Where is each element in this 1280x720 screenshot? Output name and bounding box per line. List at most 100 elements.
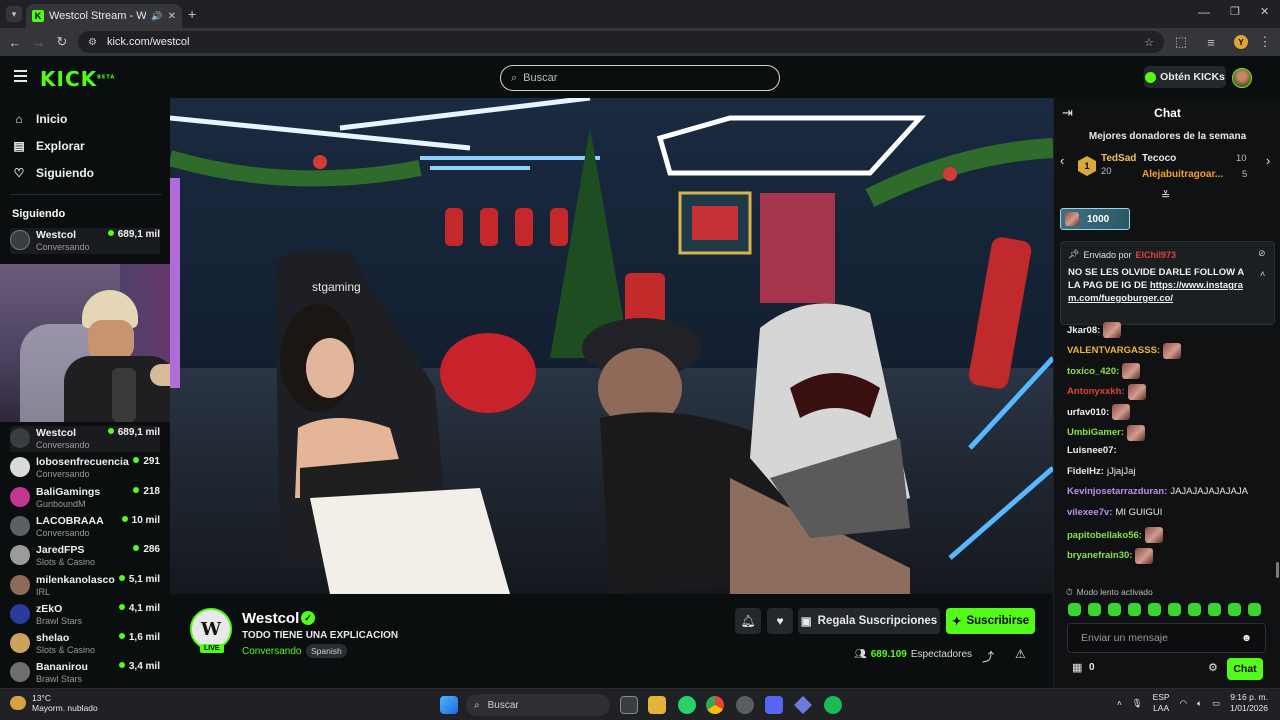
site-info-icon[interactable]: ⚙ — [88, 37, 97, 48]
chat-username[interactable]: FidelHz: — [1067, 466, 1104, 477]
back-icon[interactable]: ← — [6, 33, 24, 51]
donor-name[interactable]: Alejabuitragoar... — [1142, 169, 1234, 180]
gift-subs-button[interactable]: ▣ Regala Suscripciones — [798, 608, 940, 634]
battery-icon[interactable]: ▭ — [1212, 698, 1220, 709]
file-explorer-icon[interactable] — [648, 696, 666, 714]
sidebar-channel[interactable]: milenkanolasco IRL 5,1 mil — [10, 573, 160, 599]
browser-tab[interactable]: K Westcol Stream - Watch Live 🔊 ✕ — [26, 4, 182, 28]
chat-username[interactable]: UmbiGamer: — [1067, 427, 1124, 438]
browser-menu-icon[interactable]: ⋮ — [1256, 33, 1274, 51]
stream-category-link[interactable]: Conversando — [242, 646, 301, 657]
nav-siguiendo[interactable]: ♡ Siguiendo — [12, 166, 94, 180]
restore-icon[interactable]: ❐ — [1230, 5, 1240, 18]
sidebar-channel[interactable]: zEkO Brawl Stars 4,1 mil — [10, 602, 160, 628]
emote-icon[interactable] — [1168, 603, 1181, 616]
minimize-icon[interactable]: — — [1198, 5, 1210, 19]
emote-icon[interactable] — [1088, 603, 1101, 616]
sidebar-channel[interactable]: BaliGamings GunboundM 218 — [10, 485, 160, 511]
microphone-icon[interactable]: 🎙︎ — [1132, 698, 1143, 709]
send-chat-button[interactable]: Chat — [1227, 658, 1263, 680]
sidebar-channel[interactable]: JaredFPS Slots & Casino 286 — [10, 543, 160, 569]
pinned-user[interactable]: ElChil973 — [1135, 250, 1176, 260]
unpin-icon[interactable]: ⊘ — [1258, 248, 1266, 259]
reload-icon[interactable]: ↻ — [53, 33, 71, 51]
video-player[interactable]: stgaming — [170, 98, 1053, 594]
notification-bell-button[interactable]: 🔔︎ — [735, 608, 761, 634]
site-search-input[interactable]: ⌕ Buscar — [500, 65, 780, 91]
window-close-icon[interactable]: ✕ — [1260, 5, 1269, 18]
sidebar-channel[interactable]: shelao Slots & Casino 1,6 mil — [10, 631, 160, 657]
chat-username[interactable]: Luisnee07: — [1067, 445, 1117, 456]
nav-explorar[interactable]: ▤ Explorar — [12, 139, 84, 153]
tray-expand-icon[interactable]: ˄ — [1117, 698, 1122, 708]
new-tab-icon[interactable]: + — [188, 6, 196, 22]
sidebar-channel[interactable]: lobosenfrecuencia Conversando 291 — [10, 455, 160, 481]
chrome-icon[interactable] — [706, 696, 724, 714]
reading-list-icon[interactable]: ≡ — [1202, 33, 1220, 51]
chat-username[interactable]: urfav010: — [1067, 407, 1109, 418]
sidebar-channel[interactable]: LACOBRAAA Conversando 10 mil — [10, 514, 160, 540]
emoji-picker-icon[interactable]: ☻ — [1241, 632, 1252, 644]
chat-username[interactable]: Kevinjosetarrazduran: — [1067, 486, 1167, 497]
tab-close-icon[interactable]: ✕ — [168, 11, 176, 22]
emote-icon[interactable] — [1188, 603, 1201, 616]
streamer-name[interactable]: Westcol — [242, 610, 299, 627]
keyboard-language[interactable]: ESP LAA — [1153, 692, 1170, 714]
nav-inicio[interactable]: ⌂ Inicio — [12, 112, 67, 126]
chat-username[interactable]: Antonyxxkh: — [1067, 386, 1125, 397]
chat-settings-icon[interactable]: ⚙ — [1208, 661, 1218, 674]
share-icon[interactable]: ⤴ — [982, 648, 994, 665]
donor-name[interactable]: Tecoco — [1142, 153, 1176, 164]
donor-name[interactable]: TedSad — [1101, 153, 1136, 164]
follow-heart-button[interactable]: ♥ — [767, 608, 793, 634]
discord-icon[interactable] — [765, 696, 783, 714]
chat-username[interactable]: vilexee7v: — [1067, 507, 1112, 518]
taskbar-search[interactable]: ⌕ Buscar — [466, 694, 610, 716]
address-bar[interactable]: ⚙ kick.com/westcol ☆ — [78, 31, 1164, 53]
emote-icon[interactable] — [1228, 603, 1241, 616]
app-icon[interactable] — [736, 696, 754, 714]
wifi-icon[interactable]: ◠ — [1180, 698, 1187, 709]
subscribe-button[interactable]: ✦ Suscribirse — [946, 608, 1035, 634]
clock[interactable]: 9:16 p. m. 1/01/2026 — [1230, 692, 1268, 714]
tab-search-icon[interactable]: ▾ — [6, 6, 22, 22]
donors-prev-icon[interactable]: ‹ — [1060, 153, 1064, 168]
language-tag[interactable]: Spanish — [306, 644, 347, 658]
emote-icon[interactable] — [1208, 603, 1221, 616]
collapse-pin-icon[interactable]: ˄ — [1260, 269, 1265, 279]
whatsapp-icon[interactable] — [678, 696, 696, 714]
volume-icon[interactable]: 🔈︎ — [1197, 698, 1202, 709]
expand-donors-icon[interactable]: ≚ — [1161, 189, 1170, 202]
report-warning-icon[interactable]: ⚠ — [1015, 647, 1026, 661]
chat-username[interactable]: bryanefrain30: — [1067, 550, 1132, 561]
task-view-icon[interactable] — [620, 696, 638, 714]
spotify-icon[interactable] — [824, 696, 842, 714]
bookmark-star-icon[interactable]: ☆ — [1144, 36, 1154, 49]
sidebar-channel[interactable]: Westcol Conversando 689,1 mil — [10, 426, 160, 452]
hamburger-menu-icon[interactable] — [14, 70, 27, 82]
start-menu-icon[interactable] — [440, 696, 458, 714]
app-diamond-icon[interactable] — [794, 696, 812, 714]
sidebar-channel[interactable]: Bananirou Brawl Stars 3,4 mil — [10, 660, 160, 686]
sidebar-channel-westcol[interactable]: Westcol Conversando 689,1 mil — [10, 228, 160, 254]
user-avatar[interactable] — [1232, 68, 1252, 88]
audio-icon[interactable]: 🔊 — [151, 11, 162, 22]
chat-username[interactable]: VALENTVARGASSS: — [1067, 345, 1160, 356]
extensions-icon[interactable]: ⬚ — [1172, 33, 1190, 51]
kick-logo[interactable]: KICKBETA — [40, 67, 115, 91]
profile-avatar[interactable]: Y — [1234, 35, 1248, 49]
get-kicks-button[interactable]: Obtén KICKs — [1144, 66, 1226, 88]
chat-message-input[interactable]: Enviar un mensaje ☻ — [1067, 623, 1266, 653]
chat-username[interactable]: Jkar08: — [1067, 325, 1100, 336]
chat-username[interactable]: toxico_420: — [1067, 366, 1119, 377]
weather-widget[interactable]: 13°C Mayorm. nublado — [10, 693, 98, 713]
kicks-wallet-icon[interactable]: ▦ — [1072, 661, 1082, 674]
chat-scrollbar[interactable] — [1276, 562, 1279, 578]
emote-icon[interactable] — [1108, 603, 1121, 616]
kicks-goal-bar[interactable]: 1000 — [1060, 208, 1130, 230]
chat-username[interactable]: papitobellako56: — [1067, 530, 1142, 541]
emote-icon[interactable] — [1128, 603, 1141, 616]
emote-icon[interactable] — [1068, 603, 1081, 616]
forward-icon[interactable]: → — [30, 33, 48, 51]
emote-icon[interactable] — [1148, 603, 1161, 616]
